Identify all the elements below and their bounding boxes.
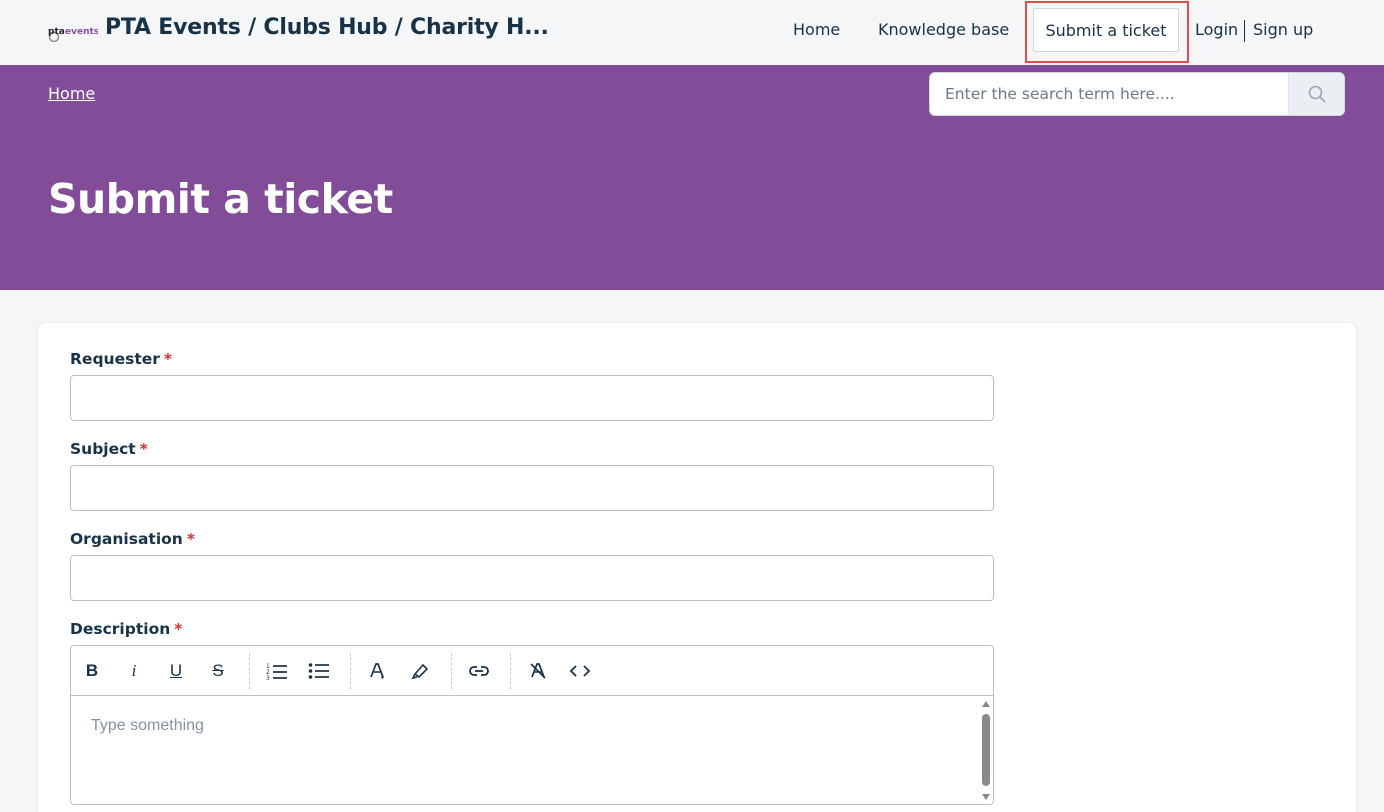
subject-label: Subject * — [70, 440, 148, 458]
search-input[interactable] — [930, 73, 1290, 115]
nav-home[interactable]: Home — [793, 20, 840, 39]
page-title: Submit a ticket — [48, 175, 393, 223]
nav-signup[interactable]: Sign up — [1253, 20, 1313, 39]
toolbar-separator — [451, 653, 452, 689]
scroll-up-arrow[interactable] — [982, 701, 990, 707]
breadcrumb-home[interactable]: Home — [48, 84, 95, 103]
description-textarea[interactable] — [71, 697, 979, 804]
organisation-input[interactable] — [70, 555, 994, 601]
description-label: Description * — [70, 620, 183, 638]
organisation-label: Organisation * — [70, 530, 195, 548]
search-icon — [1308, 85, 1325, 103]
nav-submit-ticket[interactable]: Submit a ticket — [1033, 8, 1179, 52]
toolbar-separator — [350, 653, 351, 689]
svg-text:3: 3 — [266, 675, 270, 680]
hero-banner: Home Submit a ticket — [0, 65, 1384, 290]
required-mark: * — [174, 620, 183, 638]
brand-title[interactable]: PTA Events / Clubs Hub / Charity H... — [105, 15, 549, 40]
font-color-icon[interactable] — [365, 658, 391, 684]
toolbar-separator — [249, 653, 250, 689]
logo-text-events: events — [65, 27, 98, 37]
nav-login[interactable]: Login — [1195, 20, 1238, 39]
nav-separator — [1244, 20, 1245, 42]
search-box — [929, 72, 1345, 116]
bold-icon[interactable]: B — [79, 658, 105, 684]
toolbar-separator — [510, 653, 511, 689]
scroll-down-arrow[interactable] — [982, 794, 990, 800]
italic-icon[interactable]: i — [121, 658, 147, 684]
ticket-form-card: Requester * Subject * Organisation * Descri… — [38, 323, 1356, 812]
logo-text-pta: pta — [48, 27, 65, 37]
top-navigation-bar: pta events PTA Events / Clubs Hub / Char… — [0, 0, 1384, 65]
required-mark: * — [186, 530, 195, 548]
scroll-thumb[interactable] — [982, 714, 990, 786]
bullet-list-icon[interactable] — [306, 658, 332, 684]
nav-knowledge-base[interactable]: Knowledge base — [878, 20, 1009, 39]
subject-input[interactable] — [70, 465, 994, 511]
description-editor: B i U S 123 — [70, 645, 994, 805]
logo[interactable]: pta events — [48, 22, 98, 42]
requester-label: Requester * — [70, 350, 172, 368]
search-button[interactable] — [1288, 73, 1344, 115]
required-mark: * — [163, 350, 172, 368]
strikethrough-icon[interactable]: S — [205, 658, 231, 684]
editor-scrollbar[interactable] — [979, 697, 993, 804]
required-mark: * — [139, 440, 148, 458]
code-icon[interactable] — [567, 658, 593, 684]
ordered-list-icon[interactable]: 123 — [264, 658, 290, 684]
editor-toolbar: B i U S 123 — [71, 646, 993, 696]
underline-icon[interactable]: U — [163, 658, 189, 684]
highlight-icon[interactable] — [407, 658, 433, 684]
clear-format-icon[interactable] — [525, 658, 551, 684]
requester-input[interactable] — [70, 375, 994, 421]
link-icon[interactable] — [466, 658, 492, 684]
